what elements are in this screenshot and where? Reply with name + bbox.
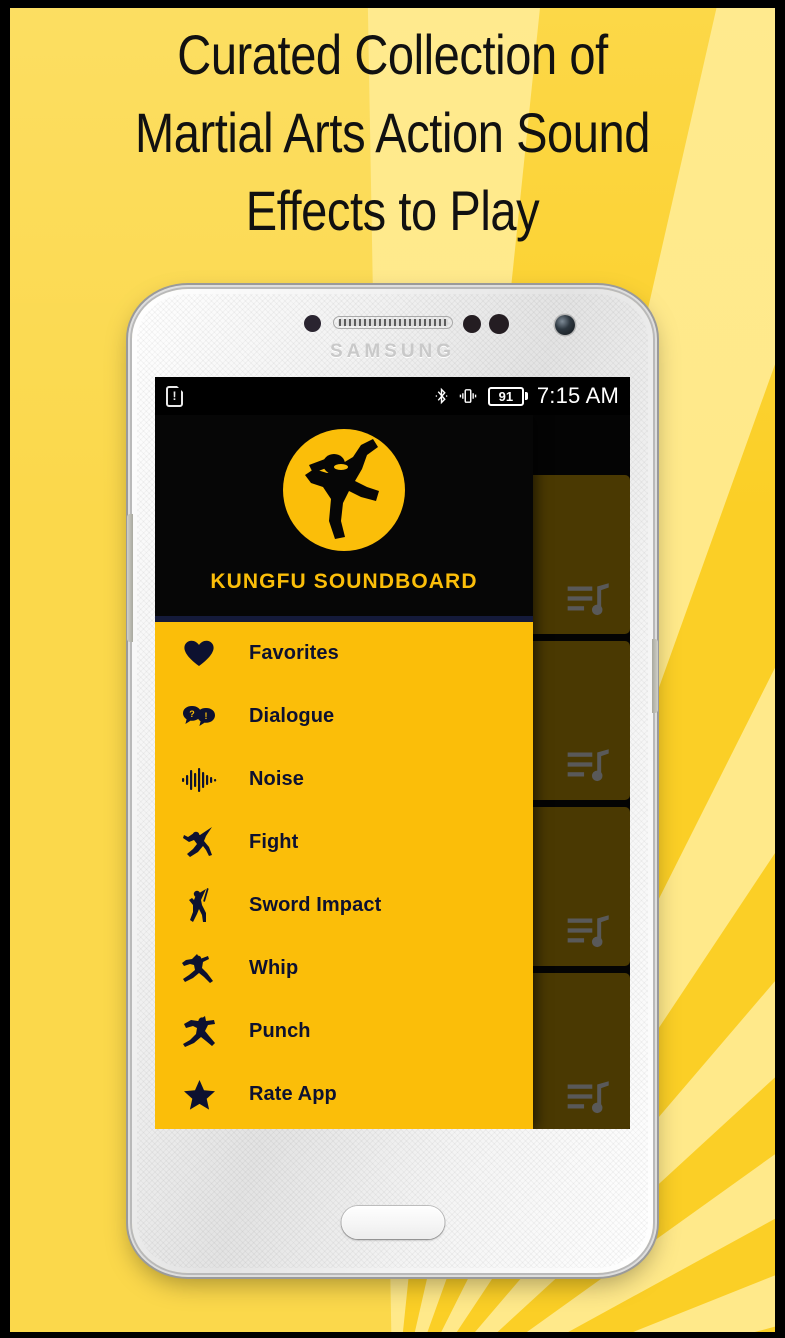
earpiece-speaker [332, 316, 453, 329]
menu-item-label: Punch [249, 1020, 311, 1042]
status-bar-clock: 7:15 AM [536, 383, 619, 408]
status-bar: ! 91 7:15 AM [155, 377, 630, 415]
menu-item-label: Whip [249, 957, 299, 979]
navigation-drawer: KUNGFU SOUNDBOARD Favorites ? ! Dialogue… [155, 415, 533, 1129]
battery-indicator: 91 [487, 386, 528, 406]
svg-text:!: ! [205, 711, 208, 721]
power-button[interactable] [652, 639, 658, 713]
waveform-icon [177, 760, 221, 800]
menu-item-whip[interactable]: Whip [155, 937, 533, 1000]
menu-item-rate-app[interactable]: Rate App [155, 1063, 533, 1126]
menu-item-punch[interactable]: Punch [155, 1000, 533, 1063]
heart-icon [177, 634, 221, 674]
letterbox-top [0, 0, 785, 8]
page-title: Curated Collection of Martial Arts Actio… [71, 16, 714, 250]
letterbox-bottom [0, 1332, 785, 1338]
light-sensor-icon [463, 315, 481, 333]
menu-item-label: Favorites [249, 642, 339, 664]
phone-screen: ! 91 7:15 AM KUNGFU SOUNDBOARD Favorites… [155, 377, 630, 1129]
menu-item-sword-impact[interactable]: Sword Impact [155, 874, 533, 937]
menu-item-share-app[interactable]: Share App [155, 1126, 533, 1129]
headline-line-3: Effects to Play [245, 179, 540, 242]
headline-line-2: Martial Arts Action Sound [134, 101, 651, 164]
vibrate-icon [459, 389, 477, 403]
device-brand-label: SAMSUNG [329, 341, 456, 362]
volume-button[interactable] [127, 514, 133, 642]
letterbox-left [0, 0, 10, 1338]
drawer-menu: Favorites ? ! Dialogue Noise Fight Sword… [155, 622, 533, 1129]
battery-level-label: 91 [487, 386, 524, 406]
menu-item-label: Noise [249, 768, 304, 790]
punch-icon [177, 1012, 221, 1052]
svg-text:?: ? [189, 709, 195, 719]
battery-tip-icon [524, 392, 528, 400]
kungfu-kick-logo-icon [305, 439, 379, 539]
star-icon [177, 1075, 221, 1115]
sim-warning-icon: ! [166, 385, 183, 407]
led-indicator-icon [489, 314, 509, 334]
status-bar-right-group: 91 7:15 AM [435, 383, 619, 409]
menu-item-fight[interactable]: Fight [155, 811, 533, 874]
drawer-header: KUNGFU SOUNDBOARD [155, 415, 533, 622]
menu-item-dialogue[interactable]: ? ! Dialogue [155, 685, 533, 748]
menu-item-label: Dialogue [249, 705, 335, 727]
front-camera-icon [555, 315, 575, 335]
menu-item-label: Fight [249, 831, 299, 853]
letterbox-right [775, 0, 785, 1338]
app-title: KUNGFU SOUNDBOARD [210, 570, 478, 593]
home-button[interactable] [341, 1206, 444, 1239]
proximity-sensor-icon [304, 315, 321, 332]
fighter-kick-icon [177, 823, 221, 863]
menu-item-label: Sword Impact [249, 894, 382, 916]
whip-stance-icon [177, 949, 221, 989]
menu-item-label: Rate App [249, 1083, 337, 1105]
speech-bubbles-icon: ? ! [177, 697, 221, 737]
bluetooth-icon [435, 387, 448, 405]
headline-line-1: Curated Collection of [177, 23, 608, 86]
menu-item-favorites[interactable]: Favorites [155, 622, 533, 685]
swordsman-icon [177, 886, 221, 926]
screenshot-stage: Curated Collection of Martial Arts Actio… [0, 0, 785, 1338]
phone-mockup: SAMSUNG ! 91 7:15 AM KUNGFU SOUNDBOARD F… [127, 289, 658, 1273]
menu-item-noise[interactable]: Noise [155, 748, 533, 811]
